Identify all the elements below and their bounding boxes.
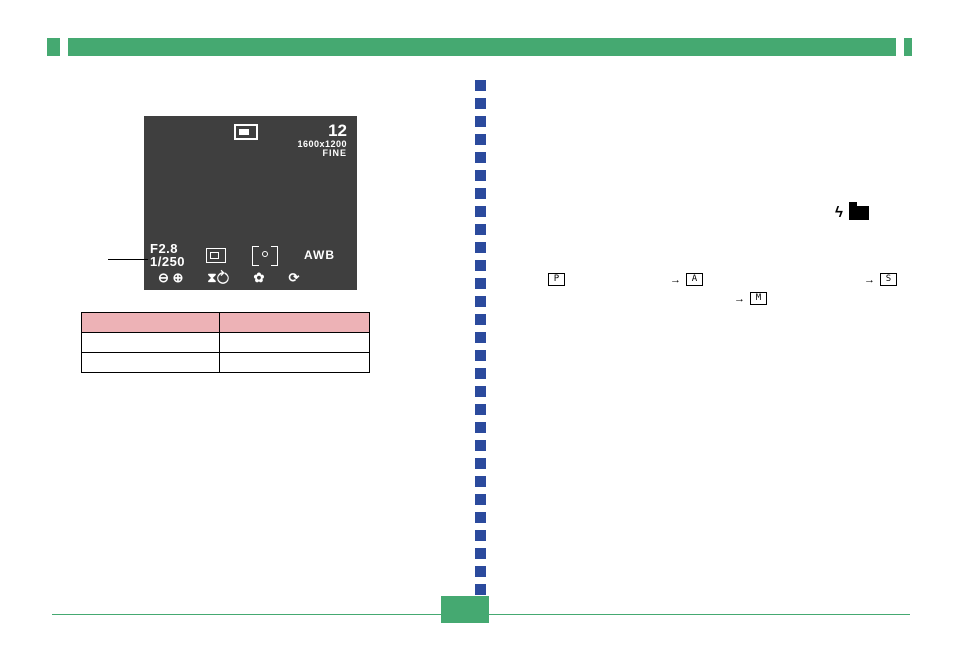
mode-a-box: A — [686, 273, 703, 286]
flash-cycle-icon: ⧗⥁ — [207, 270, 229, 286]
header-bar — [50, 38, 912, 56]
metering-icon — [252, 246, 278, 264]
shots-remaining: 12 — [297, 122, 347, 140]
table-header-b — [219, 313, 369, 333]
arrow-icon: → — [734, 293, 745, 305]
exposure-readout: F2.8 1/250 — [150, 242, 185, 268]
table-row — [82, 333, 370, 353]
settings-table — [81, 312, 370, 373]
white-balance-label: AWB — [304, 248, 335, 262]
header-gap-right — [896, 38, 904, 56]
page-number-badge — [441, 596, 489, 623]
folder-icon — [849, 206, 869, 220]
mode-p-box: P — [548, 273, 565, 286]
mode-s-box: S — [880, 273, 897, 286]
arrow-icon: → — [864, 274, 875, 286]
table-header-a — [82, 313, 220, 333]
shutter-value: 1/250 — [150, 255, 185, 268]
mode-m-box: M — [750, 292, 767, 305]
macro-icon: ✿ — [254, 270, 265, 286]
camera-lcd-screen: 12 1600x1200 FINE F2.8 1/250 AWB ⊖ ⊕ ⧗⥁ … — [144, 116, 357, 290]
flash-icon: ϟ — [835, 204, 843, 221]
single-frame-icon — [234, 124, 258, 140]
table-row — [82, 353, 370, 373]
header-gap-left — [60, 38, 68, 56]
flash-folder-icons: ϟ — [835, 204, 869, 221]
column-divider — [475, 80, 487, 595]
quality-label: FINE — [297, 149, 347, 158]
arrow-icon: → — [670, 274, 681, 286]
zoom-icon: ⊖ ⊕ — [158, 270, 183, 286]
callout-line — [108, 259, 148, 260]
timer-icon: ⟳ — [288, 270, 299, 286]
drive-mode-icon — [206, 248, 226, 263]
